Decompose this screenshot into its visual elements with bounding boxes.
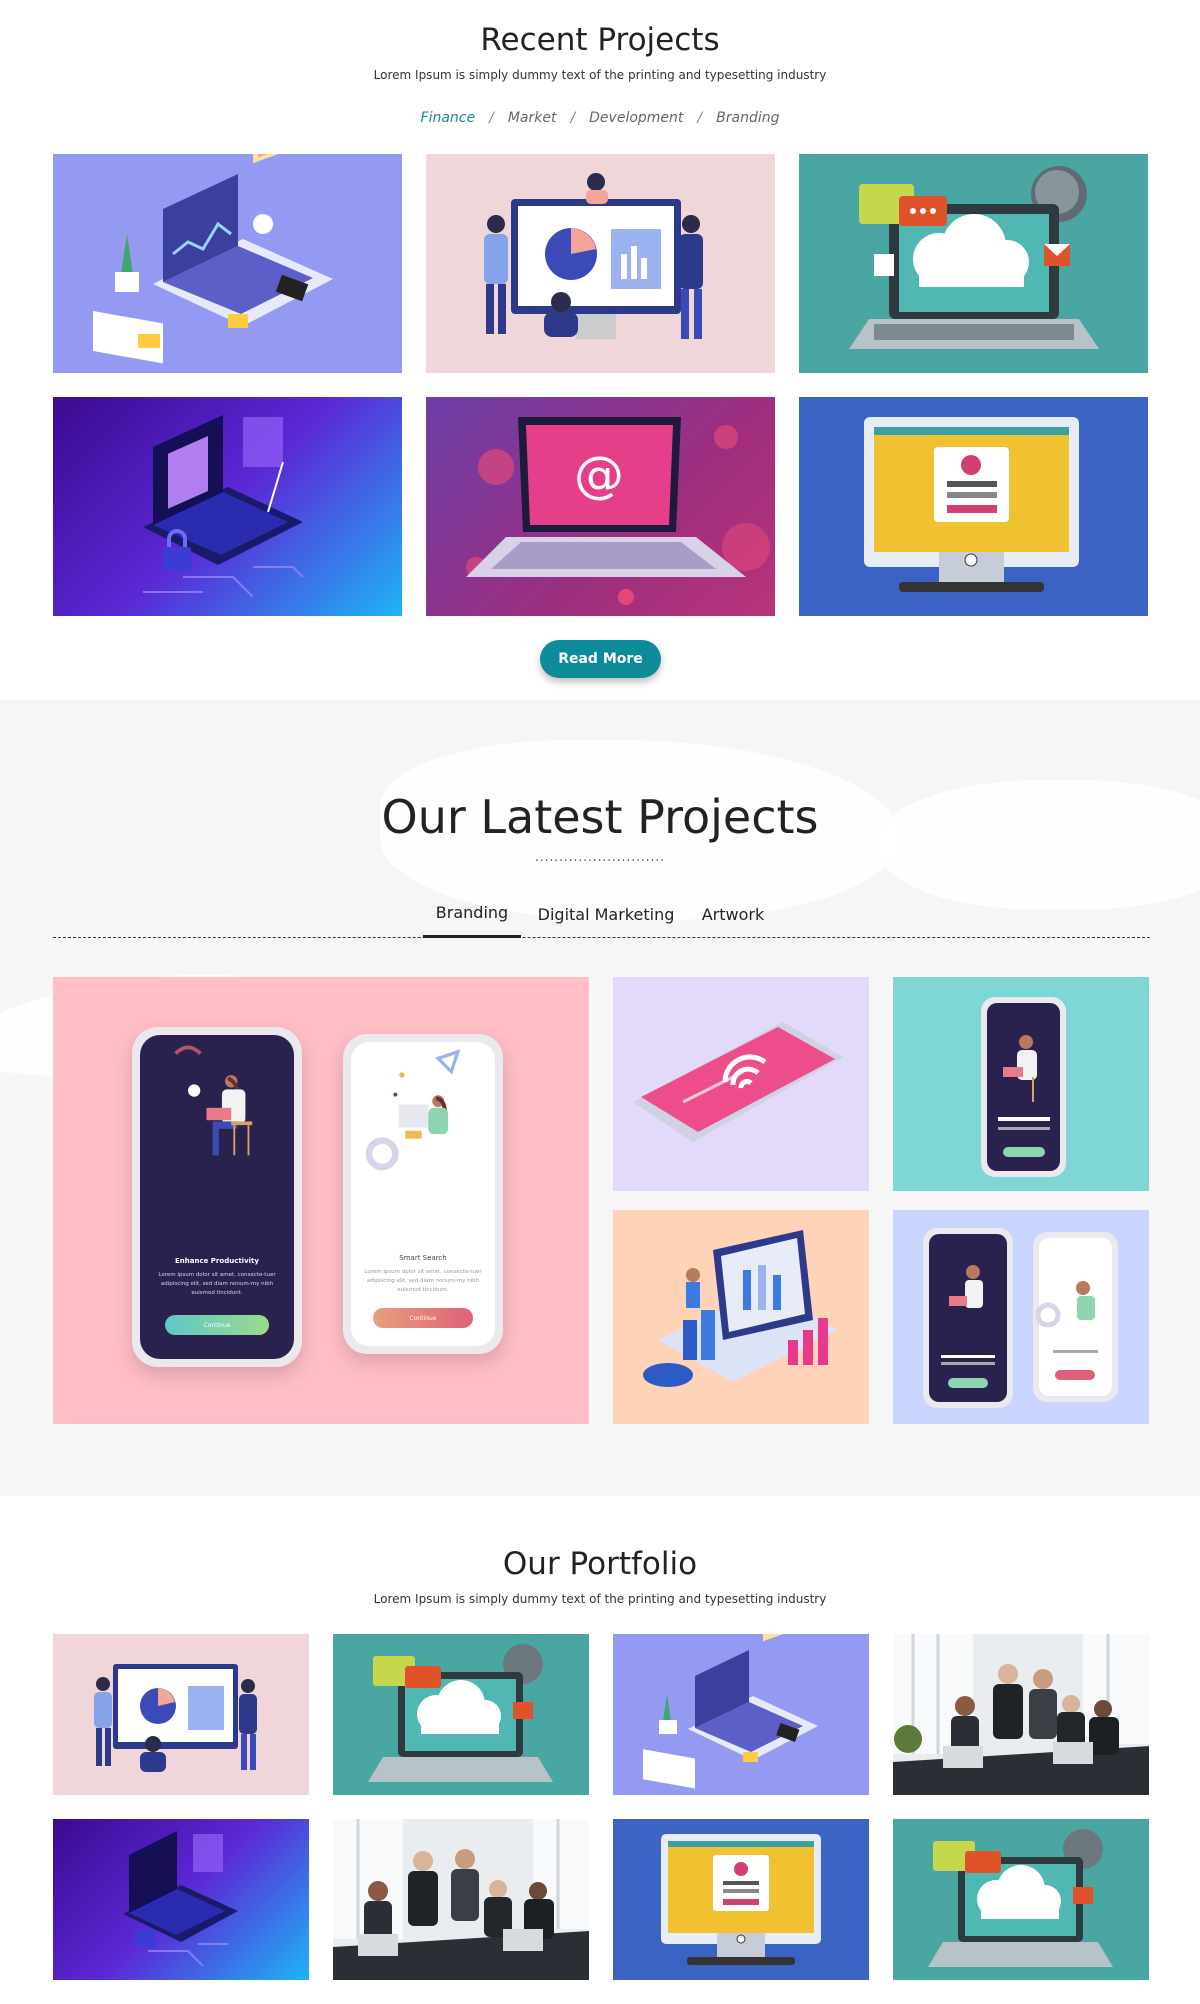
phone-body-text: Lorem ipsum dolor sit amet, consecte-tue… bbox=[158, 1272, 276, 1296]
portfolio-tile-login-monitor[interactable] bbox=[613, 1819, 869, 1980]
phone-mockup-smart-search: Smart Search Lorem ipsum dolor sit amet,… bbox=[343, 1034, 503, 1354]
email-laptop-illustration: @ bbox=[466, 417, 770, 605]
project-tile-email-laptop[interactable]: @ bbox=[426, 397, 775, 616]
portfolio-subtitle: Lorem Ipsum is simply dummy text of the … bbox=[373, 1592, 827, 1606]
presentation-monitor-illustration bbox=[484, 173, 703, 339]
filter-separator: / bbox=[570, 110, 576, 126]
project-tile-login-monitor[interactable] bbox=[799, 397, 1148, 616]
person-laptop-illustration bbox=[174, 1045, 253, 1156]
phone-screen-illustration bbox=[981, 997, 1066, 1177]
filter-development[interactable]: Development bbox=[589, 110, 683, 126]
project-tile-two-phones[interactable] bbox=[893, 1210, 1149, 1424]
svg-text:@: @ bbox=[574, 446, 624, 504]
login-monitor-illustration bbox=[661, 1834, 821, 1965]
portfolio-tile-cloud-laptop-2[interactable] bbox=[893, 1819, 1149, 1980]
portfolio-tile-cloud-laptop[interactable] bbox=[333, 1634, 589, 1795]
phone-continue-button: Continue bbox=[373, 1308, 473, 1328]
cloud-laptop-illustration bbox=[849, 166, 1099, 349]
latest-projects-section: Our Latest Projects ....................… bbox=[0, 700, 1200, 1496]
analytics-laptop-illustration bbox=[643, 1230, 838, 1387]
cloud-laptop-illustration bbox=[368, 1644, 553, 1782]
portfolio-tile-presentation[interactable] bbox=[53, 1634, 309, 1795]
latest-projects-title: Our Latest Projects bbox=[381, 790, 819, 844]
two-phones-illustration bbox=[923, 1228, 1118, 1408]
filter-separator: / bbox=[697, 110, 703, 126]
login-monitor-illustration bbox=[864, 417, 1079, 592]
portfolio-tile-team-meeting-photo[interactable] bbox=[893, 1634, 1149, 1795]
project-tile-analytics-laptop[interactable] bbox=[613, 1210, 869, 1424]
filter-separator: / bbox=[489, 110, 494, 126]
project-tile-presentation-monitor[interactable] bbox=[426, 154, 775, 373]
portfolio-title: Our Portfolio bbox=[502, 1546, 698, 1582]
recent-projects-title: Recent Projects bbox=[480, 22, 720, 58]
portfolio-section: Our Portfolio Lorem Ipsum is simply dumm… bbox=[0, 1496, 1200, 2004]
filter-finance[interactable]: Finance bbox=[421, 110, 476, 126]
security-laptop-illustration bbox=[143, 415, 304, 598]
team-meeting-photo bbox=[333, 1819, 589, 1980]
project-tile-wifi-phone[interactable] bbox=[613, 977, 869, 1191]
portfolio-tile-isometric-laptop[interactable] bbox=[613, 1634, 869, 1795]
tab-digital-marketing[interactable]: Digital Marketing bbox=[531, 890, 681, 938]
filter-branding[interactable]: Branding bbox=[716, 110, 779, 126]
project-category-tabs: Branding Digital Marketing Artwork bbox=[53, 890, 1150, 938]
portfolio-tile-security-laptop[interactable] bbox=[53, 1819, 309, 1980]
recent-projects-subtitle: Lorem Ipsum is simply dummy text of the … bbox=[373, 68, 827, 82]
security-laptop-illustration bbox=[123, 1831, 238, 1967]
project-tile-cloud-laptop[interactable] bbox=[799, 154, 1148, 373]
read-more-button[interactable]: Read More bbox=[540, 640, 661, 678]
phone-heading: Enhance Productivity bbox=[175, 1257, 259, 1265]
team-meeting-photo bbox=[893, 1634, 1149, 1795]
project-filter-bar: Finance / Market / Development / Branding bbox=[0, 110, 1200, 126]
phone-heading: Smart Search bbox=[399, 1254, 447, 1262]
phone-body-text: Lorem ipsum dolor sit amet, consecte-tue… bbox=[364, 1269, 482, 1293]
tab-artwork[interactable]: Artwork bbox=[693, 890, 773, 938]
phone-mockup-enhance-productivity: Enhance Productivity Lorem ipsum dolor s… bbox=[132, 1027, 302, 1367]
wifi-phone-illustration bbox=[633, 1022, 843, 1142]
portfolio-tile-team-photo[interactable] bbox=[333, 1819, 589, 1980]
project-tile-security-laptop[interactable] bbox=[53, 397, 402, 616]
recent-projects-section: Recent Projects Lorem Ipsum is simply du… bbox=[0, 0, 1200, 700]
cloud-laptop-illustration bbox=[928, 1829, 1113, 1967]
presentation-monitor-illustration bbox=[94, 1664, 257, 1772]
project-tile-isometric-laptop[interactable] bbox=[53, 154, 402, 373]
title-dotted-divider: ........................... bbox=[535, 850, 665, 864]
person-search-illustration bbox=[365, 1049, 461, 1171]
phone-continue-button: Continue bbox=[165, 1315, 269, 1335]
isometric-laptop-illustration bbox=[93, 154, 333, 364]
tab-branding[interactable]: Branding bbox=[423, 890, 521, 938]
isometric-laptop-illustration bbox=[643, 1634, 818, 1789]
project-tile-mobile-app-screens[interactable]: Enhance Productivity Lorem ipsum dolor s… bbox=[53, 977, 589, 1424]
project-tile-phone-screen[interactable] bbox=[893, 977, 1149, 1191]
filter-market[interactable]: Market bbox=[508, 110, 557, 126]
